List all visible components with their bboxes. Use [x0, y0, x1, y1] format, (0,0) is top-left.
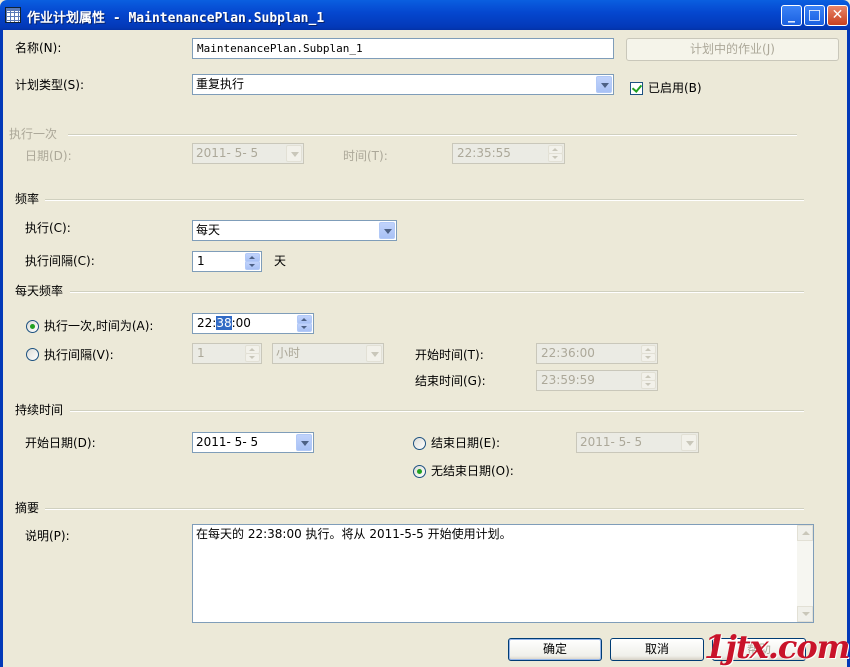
- chevron-down-icon[interactable]: [366, 345, 382, 362]
- section-divider: [68, 134, 797, 136]
- start-date-picker[interactable]: 2011- 5- 5: [192, 432, 314, 453]
- section-divider: [70, 291, 804, 293]
- scroll-down-icon[interactable]: [797, 606, 813, 622]
- start-date-value: 2011- 5- 5: [196, 435, 259, 449]
- start-time-spinner[interactable]: [641, 345, 656, 362]
- section-divider: [70, 410, 804, 412]
- occurs-select[interactable]: 每天: [192, 220, 397, 241]
- time-minute-selected: 38: [216, 316, 232, 330]
- occurs-every-spinner[interactable]: [245, 345, 260, 362]
- once-time-label: 时间(T):: [343, 149, 388, 163]
- section-divider: [45, 199, 804, 201]
- scroll-up-icon[interactable]: [797, 525, 813, 541]
- close-button[interactable]: ✕: [827, 5, 848, 26]
- spin-down-icon[interactable]: [245, 261, 260, 270]
- occurs-once-at-spinner[interactable]: [297, 315, 312, 332]
- end-date-radio[interactable]: [413, 437, 426, 450]
- time-hour: 22:: [197, 316, 217, 330]
- no-end-date-label: 无结束日期(O):: [431, 464, 514, 478]
- schedule-type-select[interactable]: 重复执行: [192, 74, 614, 95]
- start-date-label: 开始日期(D):: [25, 436, 96, 450]
- recurs-every-spinner[interactable]: [245, 253, 260, 270]
- description-scrollbar[interactable]: [797, 525, 813, 622]
- occurs-once-at-radio[interactable]: [26, 320, 39, 333]
- daily-frequency-section-title: 每天频率: [15, 284, 64, 298]
- spin-down-icon[interactable]: [297, 323, 312, 332]
- schedule-type-value: 重复执行: [196, 77, 245, 91]
- spin-down-icon[interactable]: [245, 353, 260, 362]
- duration-section-title: 持续时间: [15, 403, 64, 417]
- chevron-down-icon[interactable]: [596, 76, 612, 93]
- once-time-spinner[interactable]: [548, 145, 563, 162]
- occurs-every-value: 1: [197, 346, 205, 360]
- description-textarea[interactable]: 在每天的 22:38:00 执行。将从 2011-5-5 开始使用计划。: [192, 524, 814, 623]
- once-time-input[interactable]: 22:35:55: [452, 143, 565, 164]
- name-label: 名称(N):: [15, 41, 62, 55]
- occurs-once-at-time-input[interactable]: 22:38:00: [192, 313, 314, 334]
- time-second: :00: [231, 316, 251, 330]
- enabled-checkbox[interactable]: [630, 82, 643, 95]
- end-time-value: 23:59:59: [541, 373, 595, 387]
- once-time-value: 22:35:55: [457, 146, 511, 160]
- ok-button[interactable]: 确定: [508, 638, 602, 661]
- section-divider: [45, 508, 804, 510]
- occurs-label: 执行(C):: [25, 221, 71, 235]
- occurs-every-label: 执行间隔(V):: [44, 348, 114, 362]
- recurs-every-label: 执行间隔(C):: [25, 254, 95, 268]
- occurs-every-radio[interactable]: [26, 348, 39, 361]
- occurs-every-unit-select[interactable]: 小时: [272, 343, 384, 364]
- maximize-button[interactable]: □: [804, 5, 825, 26]
- end-date-picker[interactable]: 2011- 5- 5: [576, 432, 699, 453]
- end-date-label: 结束日期(E):: [431, 436, 500, 450]
- no-end-date-radio[interactable]: [413, 465, 426, 478]
- chevron-down-icon[interactable]: [379, 222, 395, 239]
- recurs-every-input[interactable]: 1: [192, 251, 262, 272]
- cancel-button[interactable]: 取消: [610, 638, 704, 661]
- jobs-in-schedule-button[interactable]: 计划中的作业(J): [626, 38, 839, 61]
- chevron-down-icon[interactable]: [286, 145, 302, 162]
- occurs-once-at-label: 执行一次,时间为(A):: [44, 319, 154, 333]
- spin-down-icon[interactable]: [641, 353, 656, 362]
- occurs-value: 每天: [196, 223, 221, 237]
- recurs-every-value: 1: [197, 254, 205, 268]
- occurs-every-input[interactable]: 1: [192, 343, 262, 364]
- end-time-spinner[interactable]: [641, 372, 656, 389]
- frequency-section-title: 频率: [15, 192, 40, 206]
- minimize-button[interactable]: _: [781, 5, 802, 26]
- chevron-down-icon[interactable]: [296, 434, 312, 451]
- start-time-input[interactable]: 22:36:00: [536, 343, 658, 364]
- end-time-input[interactable]: 23:59:59: [536, 370, 658, 391]
- once-date-value: 2011- 5- 5: [196, 146, 259, 160]
- recurs-unit-label: 天: [274, 254, 287, 268]
- description-text: 在每天的 22:38:00 执行。将从 2011-5-5 开始使用计划。: [196, 527, 512, 541]
- summary-section-title: 摘要: [15, 501, 40, 515]
- name-input[interactable]: MaintenancePlan.Subplan_1: [192, 38, 614, 59]
- occurs-every-unit-value: 小时: [276, 346, 301, 360]
- title-bar[interactable]: 作业计划属性 - MaintenancePlan.Subplan_1 _ □ ✕: [0, 0, 850, 30]
- window-title: 作业计划属性 - MaintenancePlan.Subplan_1: [27, 11, 325, 26]
- once-section-title: 执行一次: [9, 127, 58, 141]
- grid-icon: [5, 7, 21, 23]
- start-time-label: 开始时间(T):: [415, 348, 484, 362]
- start-time-value: 22:36:00: [541, 346, 595, 360]
- watermark-logo: 1jtx.com: [704, 628, 850, 666]
- end-time-label: 结束时间(G):: [415, 374, 486, 388]
- once-date-label: 日期(D):: [25, 149, 72, 163]
- end-date-value: 2011- 5- 5: [580, 435, 643, 449]
- spin-down-icon[interactable]: [641, 380, 656, 389]
- description-label: 说明(P):: [25, 529, 70, 543]
- enabled-label: 已启用(B): [648, 81, 702, 95]
- schedule-type-label: 计划类型(S):: [15, 78, 85, 92]
- spin-down-icon[interactable]: [548, 153, 563, 162]
- once-date-picker[interactable]: 2011- 5- 5: [192, 143, 304, 164]
- chevron-down-icon[interactable]: [681, 434, 697, 451]
